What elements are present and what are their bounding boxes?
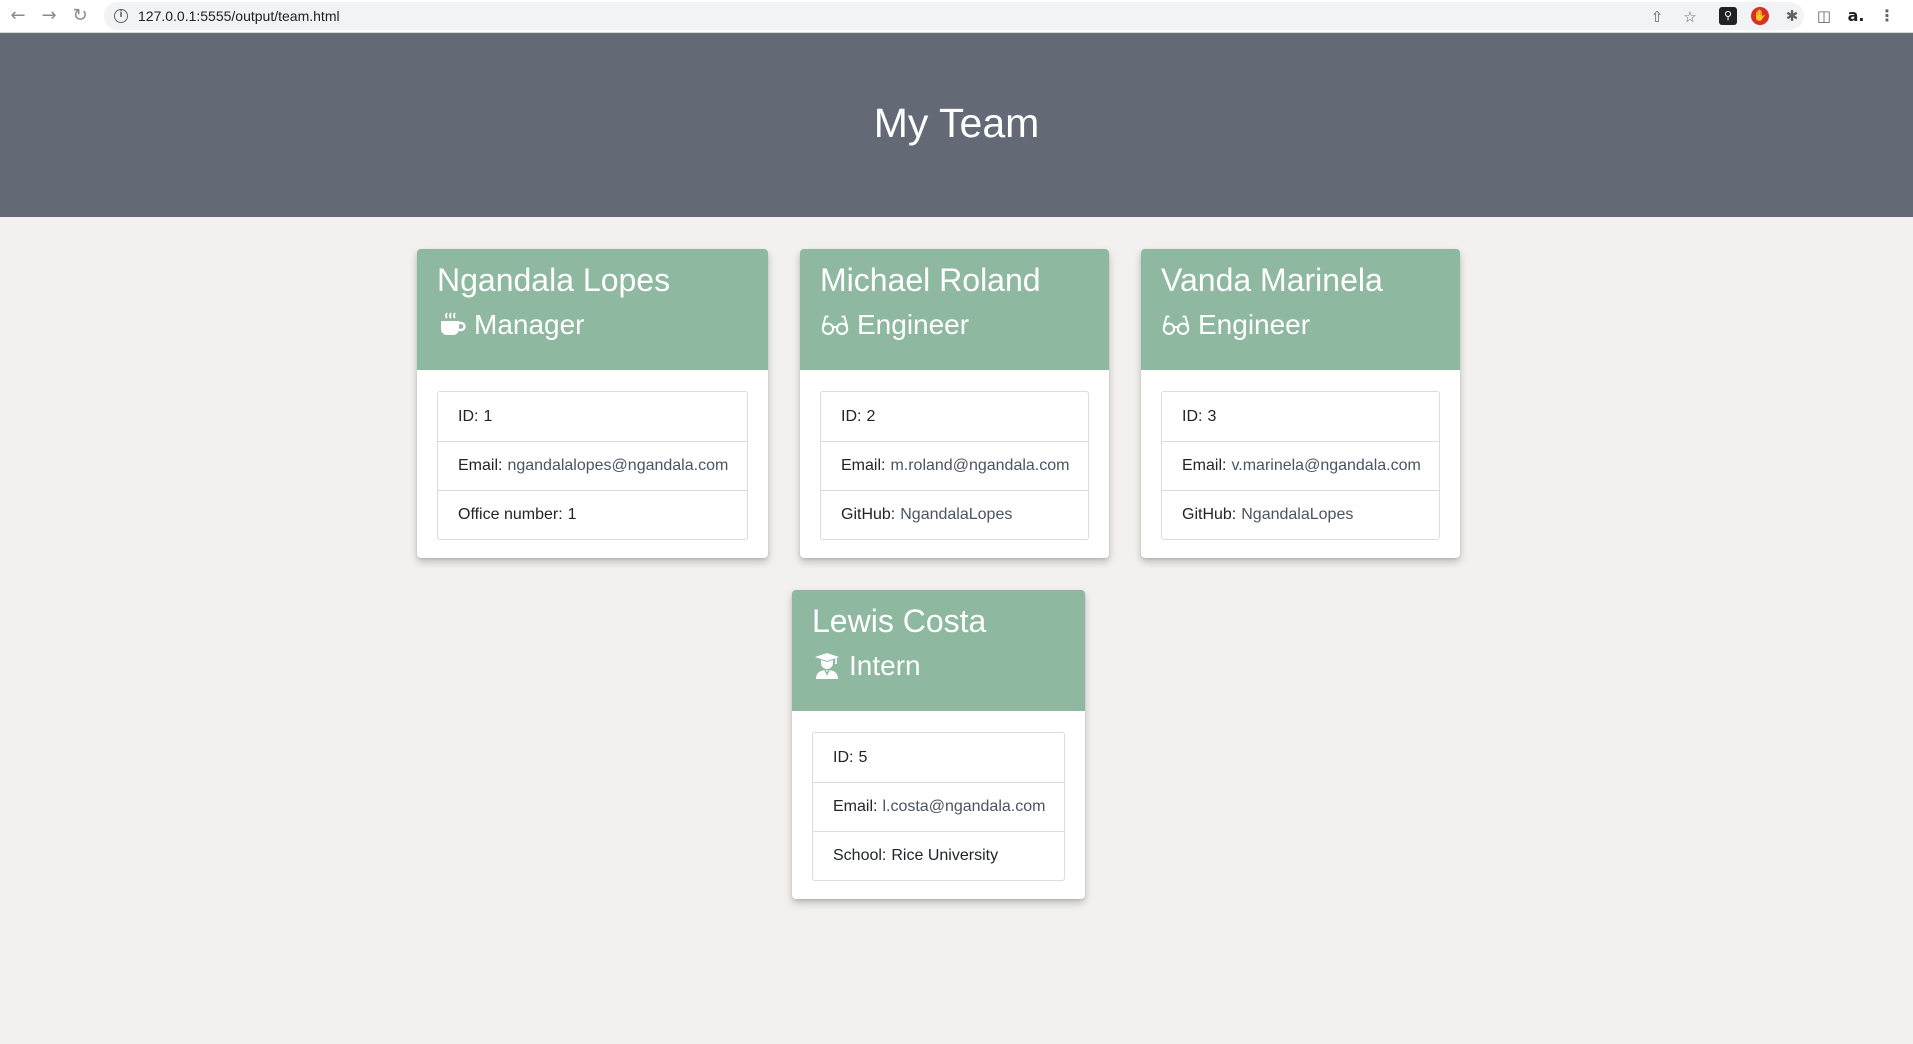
card-body: ID: 5 Email: l.costa@ngandala.com School…	[792, 711, 1085, 899]
bookmark-star-icon[interactable]: ☆	[1679, 6, 1701, 28]
email-link[interactable]: v.marinela@ngandala.com	[1231, 457, 1420, 475]
school-value: Rice University	[891, 847, 999, 864]
list-item-email: Email: v.marinela@ngandala.com	[1162, 441, 1439, 490]
email-label: Email:	[1182, 457, 1227, 474]
details-list: ID: 3 Email: v.marinela@ngandala.com Git…	[1161, 391, 1440, 540]
page-header: My Team	[0, 33, 1913, 217]
employee-card: Lewis Costa Intern ID: 5 Email: l.costa@…	[792, 590, 1085, 899]
share-icon[interactable]: ⇧	[1646, 6, 1668, 28]
extensions-puzzle-icon[interactable]: ✱	[1783, 7, 1801, 25]
site-info-icon[interactable]: i	[114, 9, 128, 23]
github-link[interactable]: NgandalaLopes	[900, 506, 1012, 524]
github-label: GitHub:	[841, 506, 896, 523]
employee-card: Michael Roland Engineer ID: 2 Email: m.r…	[800, 249, 1109, 558]
employee-name: Michael Roland	[820, 262, 1041, 298]
github-label: GitHub:	[1182, 506, 1237, 523]
id-label: ID:	[458, 407, 479, 425]
page-title: My Team	[873, 99, 1040, 146]
card-header: Lewis Costa Intern	[792, 590, 1085, 711]
id-value: 1	[483, 407, 493, 425]
employee-role: Engineer	[820, 308, 1089, 342]
address-bar[interactable]: i 127.0.0.1:5555/output/team.html ⇧ ☆	[104, 2, 1804, 30]
email-link[interactable]: ngandalalopes@ngandala.com	[507, 457, 728, 475]
card-body: ID: 1 Email: ngandalalopes@ngandala.com …	[417, 370, 768, 558]
browser-toolbar: ← → ↻ i 127.0.0.1:5555/output/team.html …	[0, 0, 1913, 33]
list-item-id: ID: 2	[821, 392, 1088, 441]
list-item-email: Email: l.costa@ngandala.com	[813, 782, 1064, 831]
employee-name: Vanda Marinela	[1161, 262, 1383, 298]
email-label: Email:	[458, 457, 503, 474]
id-value: 5	[858, 748, 868, 766]
employee-name: Lewis Costa	[812, 603, 987, 639]
employee-role: Engineer	[1161, 308, 1440, 342]
card-header: Michael Roland Engineer	[800, 249, 1109, 370]
card-body: ID: 3 Email: v.marinela@ngandala.com Git…	[1141, 370, 1460, 558]
list-item-github: GitHub: NgandalaLopes	[821, 490, 1088, 539]
extension-a-icon[interactable]: a.	[1847, 7, 1865, 25]
email-link[interactable]: m.roland@ngandala.com	[890, 457, 1069, 475]
glasses-icon	[820, 310, 850, 340]
role-label: Manager	[474, 309, 585, 340]
list-item-email: Email: m.roland@ngandala.com	[821, 441, 1088, 490]
card-header: Vanda Marinela Engineer	[1141, 249, 1460, 370]
role-label: Engineer	[1198, 309, 1311, 340]
card-body: ID: 2 Email: m.roland@ngandala.com GitHu…	[800, 370, 1109, 558]
list-item-id: ID: 5	[813, 733, 1064, 782]
email-link[interactable]: l.costa@ngandala.com	[882, 798, 1045, 816]
back-arrow-icon[interactable]: ←	[6, 4, 30, 28]
employee-card: Vanda Marinela Engineer ID: 3 Email: v.m…	[1141, 249, 1460, 558]
employee-role: Manager	[437, 308, 748, 342]
extension-hand-icon[interactable]: ✋	[1751, 7, 1769, 25]
list-item-github: GitHub: NgandalaLopes	[1162, 490, 1439, 539]
email-label: Email:	[841, 457, 886, 474]
id-value: 2	[866, 407, 876, 425]
role-label: Intern	[849, 650, 921, 681]
list-item-school: School: Rice University	[813, 831, 1064, 880]
card-header: Ngandala Lopes Manager	[417, 249, 768, 370]
coffee-icon	[437, 310, 467, 340]
list-item-email: Email: ngandalalopes@ngandala.com	[438, 441, 747, 490]
employee-card: Ngandala Lopes Manager ID: 1 Email: ngan…	[417, 249, 768, 558]
side-panel-icon[interactable]: ◫	[1815, 7, 1833, 25]
details-list: ID: 1 Email: ngandalalopes@ngandala.com …	[437, 391, 748, 540]
extension-search-icon[interactable]: ⚲	[1719, 7, 1737, 25]
glasses-icon	[1161, 310, 1191, 340]
role-label: Engineer	[857, 309, 970, 340]
employee-name: Ngandala Lopes	[437, 262, 671, 298]
details-list: ID: 2 Email: m.roland@ngandala.com GitHu…	[820, 391, 1089, 540]
github-link[interactable]: NgandalaLopes	[1241, 506, 1353, 524]
email-label: Email:	[833, 798, 878, 815]
id-label: ID:	[1182, 407, 1203, 425]
more-menu-icon[interactable]: ⋮	[1879, 6, 1895, 25]
list-item-office: Office number: 1	[438, 490, 747, 539]
list-item-id: ID: 3	[1162, 392, 1439, 441]
forward-arrow-icon[interactable]: →	[37, 4, 61, 28]
graduate-icon	[812, 651, 842, 681]
url-text[interactable]: 127.0.0.1:5555/output/team.html	[138, 8, 340, 24]
details-list: ID: 5 Email: l.costa@ngandala.com School…	[812, 732, 1065, 881]
employee-role: Intern	[812, 649, 1065, 683]
id-label: ID:	[841, 407, 862, 425]
reload-icon[interactable]: ↻	[68, 4, 92, 28]
list-item-id: ID: 1	[438, 392, 747, 441]
office-label: Office number:	[458, 506, 563, 523]
id-label: ID:	[833, 748, 854, 766]
id-value: 3	[1207, 407, 1217, 425]
school-label: School:	[833, 847, 887, 864]
office-value: 1	[567, 506, 577, 523]
